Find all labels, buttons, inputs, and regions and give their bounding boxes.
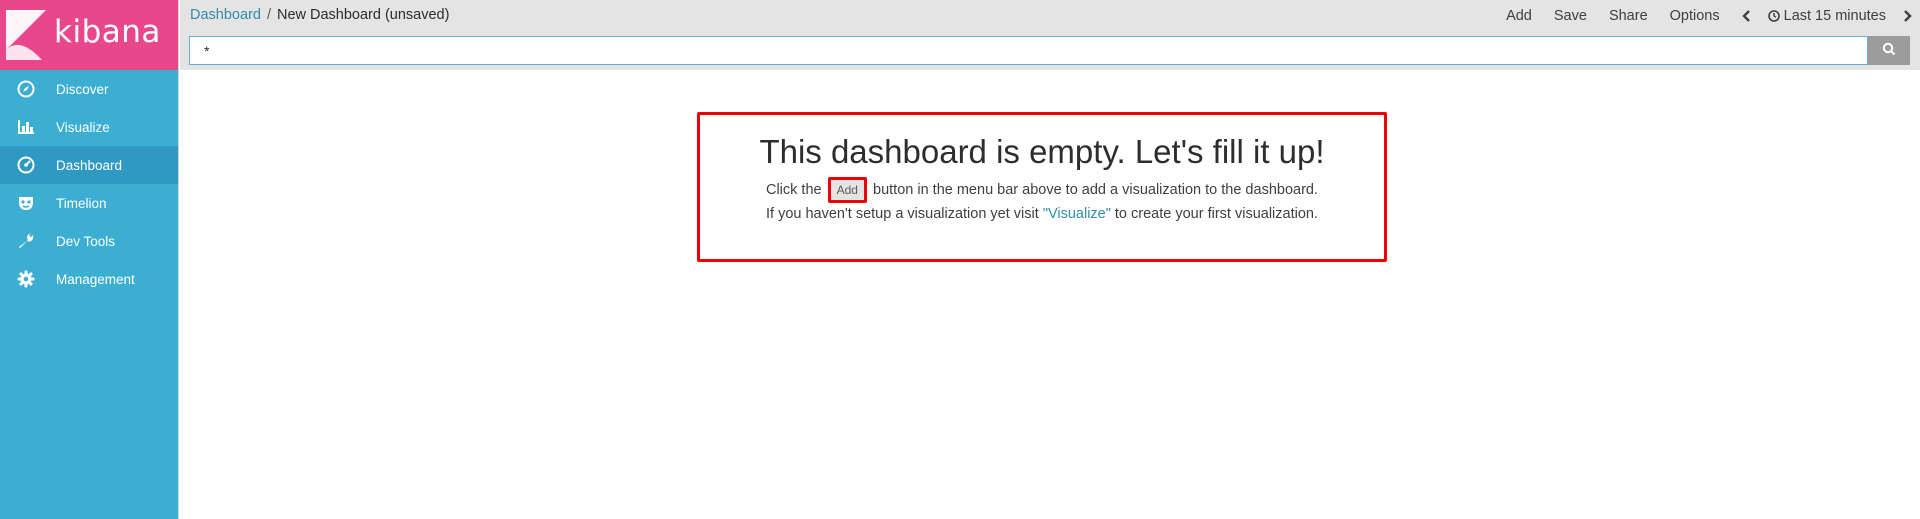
sidebar-nav: Discover Visualize Dashboard Timelion De… [0, 70, 178, 298]
empty-dashboard-panel: This dashboard is empty. Let's fill it u… [697, 112, 1387, 262]
share-button[interactable]: Share [1609, 8, 1648, 24]
search-bar [189, 36, 1910, 65]
wrench-icon [16, 231, 36, 251]
top-menu: Add Save Share Options Last 15 minutes [1506, 5, 1920, 27]
line1-suffix: button in the menu bar above to add a vi… [873, 181, 1318, 198]
clock-icon [1767, 10, 1780, 22]
bar-chart-icon [16, 117, 36, 137]
kibana-logo-icon [6, 10, 46, 60]
search-input[interactable] [189, 36, 1868, 65]
inline-add-button[interactable]: Add [827, 177, 867, 203]
search-icon [1882, 42, 1896, 59]
chevron-right-icon[interactable] [1902, 10, 1912, 22]
sidebar-item-management[interactable]: Management [0, 260, 178, 298]
sidebar: kibana Discover Visualize Dashboard Time… [0, 0, 179, 519]
sidebar-item-visualize[interactable]: Visualize [0, 108, 178, 146]
breadcrumb-separator: / [266, 7, 271, 23]
sidebar-item-label: Visualize [56, 119, 110, 135]
sidebar-item-label: Timelion [56, 195, 107, 211]
options-button[interactable]: Options [1670, 8, 1720, 24]
line2-prefix: If you haven't setup a visualization yet… [766, 206, 1039, 222]
empty-instructions-line-2: If you haven't setup a visualization yet… [700, 203, 1384, 225]
sidebar-item-label: Dashboard [56, 157, 123, 173]
logo-text: kibana [54, 14, 161, 50]
chevron-left-icon[interactable] [1741, 10, 1752, 22]
sidebar-item-label: Discover [56, 81, 109, 97]
breadcrumb: Dashboard / New Dashboard (unsaved) [190, 7, 449, 23]
time-range-label: Last 15 minutes [1783, 8, 1886, 24]
compass-icon [16, 79, 36, 99]
dashboard-canvas: This dashboard is empty. Let's fill it u… [180, 70, 1920, 519]
sidebar-item-dashboard[interactable]: Dashboard [0, 146, 178, 184]
sidebar-item-label: Dev Tools [56, 233, 116, 249]
breadcrumb-current: New Dashboard (unsaved) [276, 7, 450, 23]
empty-instructions-line-1: Click the Add button in the menu bar abo… [700, 177, 1384, 203]
sidebar-item-timelion[interactable]: Timelion [0, 184, 178, 222]
sidebar-item-dev-tools[interactable]: Dev Tools [0, 222, 178, 260]
gear-icon [16, 269, 36, 289]
sidebar-item-discover[interactable]: Discover [0, 70, 178, 108]
visualize-link[interactable]: "Visualize" [1043, 206, 1111, 222]
save-button[interactable]: Save [1554, 8, 1587, 24]
top-bar: Dashboard / New Dashboard (unsaved) Add Sa… [180, 0, 1920, 70]
add-button[interactable]: Add [1506, 8, 1532, 24]
line1-prefix: Click the [765, 181, 822, 198]
search-button[interactable] [1868, 36, 1910, 65]
time-picker[interactable]: Last 15 minutes [1767, 8, 1886, 24]
kibana-logo[interactable]: kibana [0, 0, 178, 70]
sidebar-item-label: Management [56, 271, 135, 287]
line2-suffix: to create your first visualization. [1114, 206, 1318, 222]
dashboard-gauge-icon [16, 155, 36, 175]
empty-title: This dashboard is empty. Let's fill it u… [759, 133, 1325, 170]
timelion-mask-icon [16, 193, 36, 213]
breadcrumb-dashboard-link[interactable]: Dashboard [190, 7, 261, 23]
